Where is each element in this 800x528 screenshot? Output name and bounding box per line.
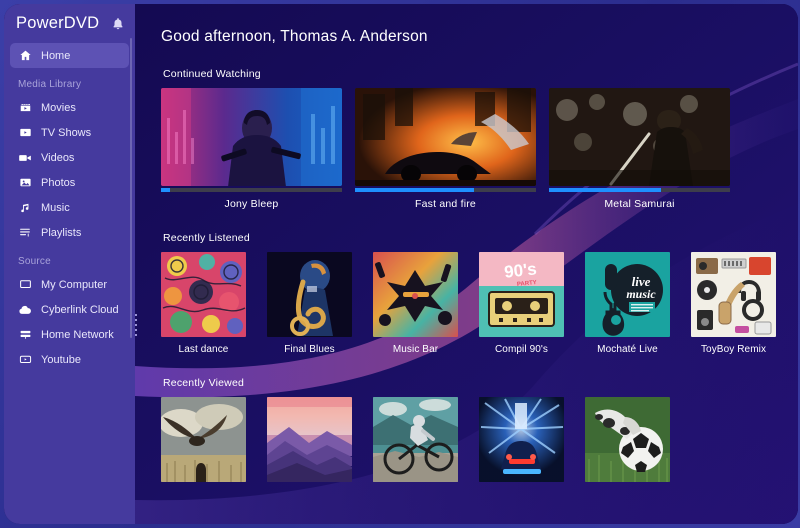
photo-eagle[interactable] [161,397,246,482]
sidebar-item-movies[interactable]: Movies [10,95,129,120]
photo-card[interactable] [373,397,458,482]
thumbnail-jony-bleep[interactable] [161,88,342,186]
network-icon [18,328,32,342]
powerdvd-window: PowerDVD Home Media Library Movies TV Sh… [4,4,798,524]
album-art-compil-90s[interactable]: 90's PARTY [479,252,564,337]
camcorder-icon [18,151,32,165]
svg-text:music: music [626,287,656,301]
sidebar-item-youtube[interactable]: Youtube [10,347,129,372]
page-title: Good afternoon, Thomas A. Anderson [161,28,428,45]
bell-icon[interactable] [111,17,125,31]
sidebar-item-videos[interactable]: Videos [10,145,129,170]
sidebar-item-music[interactable]: Music [10,195,129,220]
sidebar-item-label: Youtube [41,353,81,366]
album-title: Final Blues [284,344,335,355]
album-art-last-dance[interactable] [161,252,246,337]
recently-listened-row: Last dance Final Blues Music Bar 90's PA… [161,252,798,355]
photo-card[interactable] [267,397,352,482]
main-content: Good afternoon, Thomas A. Anderson Conti… [135,4,798,524]
album-card[interactable]: ToyBoy Remix [691,252,776,355]
sidebar-item-tv-shows[interactable]: TV Shows [10,120,129,145]
sidebar-item-playlists[interactable]: Playlists [10,220,129,245]
album-title: Last dance [178,344,229,355]
thumbnail-fast-and-fire[interactable] [355,88,536,186]
continued-watching-row: Jony Bleep Fast and fire Metal Samurai [161,88,798,210]
tv-icon [18,126,32,140]
progress-fill [549,188,662,192]
sidebar-item-cyberlink-cloud[interactable]: Cyberlink Cloud [10,297,129,322]
sidebar-item-photos[interactable]: Photos [10,170,129,195]
sidebar-item-label: Cyberlink Cloud [41,303,119,316]
album-card[interactable]: Music Bar [373,252,458,355]
album-card[interactable]: 90's PARTY Compil 90's [479,252,564,355]
album-card[interactable]: live music Mochaté Live [585,252,670,355]
album-art-mochate-live[interactable]: live music [585,252,670,337]
album-title: ToyBoy Remix [700,344,767,355]
brand-row: PowerDVD [4,8,135,43]
sidebar-item-label: Home Network [41,328,114,341]
sidebar-scrollbar[interactable] [130,38,132,338]
photo-tunnel-car[interactable] [479,397,564,482]
youtube-icon [18,353,32,367]
thumbnail-metal-samurai[interactable] [549,88,730,186]
source-section-label: Source [18,256,51,267]
sidebar: PowerDVD Home Media Library Movies TV Sh… [4,4,137,524]
continued-watching-title: Continued Watching [163,68,261,80]
sidebar-item-home[interactable]: Home [10,43,129,68]
continued-watching-card[interactable]: Metal Samurai [549,88,730,210]
sidebar-item-home-network[interactable]: Home Network [10,322,129,347]
album-card[interactable]: Final Blues [267,252,352,355]
album-title: Music Bar [392,344,439,355]
photo-card[interactable] [479,397,564,482]
monitor-icon [18,278,32,292]
sidebar-item-my-computer[interactable]: My Computer [10,272,129,297]
progress-bar[interactable] [549,188,730,192]
recently-viewed-row [161,397,798,482]
photo-icon [18,176,32,190]
album-title: Compil 90's [494,344,549,355]
home-icon [18,49,32,63]
sidebar-item-label: Videos [41,151,75,164]
content-area: Good afternoon, Thomas A. Anderson Conti… [135,4,798,482]
album-art-toyboy-remix[interactable] [691,252,776,337]
clapperboard-icon [18,101,32,115]
photo-card[interactable] [161,397,246,482]
photo-mountains[interactable] [267,397,352,482]
album-title: Mochaté Live [597,344,658,355]
album-art-music-bar[interactable] [373,252,458,337]
app-window-frame: PowerDVD Home Media Library Movies TV Sh… [0,0,800,528]
music-note-icon [18,201,32,215]
continued-watching-card[interactable]: Jony Bleep [161,88,342,210]
progress-fill [355,188,475,192]
continued-watching-card[interactable]: Fast and fire [355,88,536,210]
svg-text:90's: 90's [503,259,537,281]
photo-biker[interactable] [373,397,458,482]
card-title: Fast and fire [415,198,476,210]
media-library-section-label: Media Library [18,79,82,90]
progress-bar[interactable] [355,188,536,192]
cloud-icon [18,303,32,317]
album-card[interactable]: Last dance [161,252,246,355]
progress-fill [161,188,171,192]
card-title: Jony Bleep [224,198,279,210]
card-title: Metal Samurai [604,198,675,210]
progress-bar[interactable] [161,188,342,192]
sidebar-item-label: Home [41,49,71,62]
playlist-icon [18,226,32,240]
sidebar-item-label: My Computer [41,278,108,291]
recently-viewed-title: Recently Viewed [163,377,245,389]
sidebar-item-label: TV Shows [41,126,92,139]
photo-soccer[interactable] [585,397,670,482]
photo-card[interactable] [585,397,670,482]
sidebar-resize-handle[interactable] [130,314,141,336]
app-title: PowerDVD [16,14,100,32]
album-art-final-blues[interactable] [267,252,352,337]
sidebar-item-label: Playlists [41,226,82,239]
sidebar-item-label: Photos [41,176,76,189]
sidebar-item-label: Movies [41,101,76,114]
recently-listened-title: Recently Listened [163,232,250,244]
sidebar-item-label: Music [41,201,70,214]
